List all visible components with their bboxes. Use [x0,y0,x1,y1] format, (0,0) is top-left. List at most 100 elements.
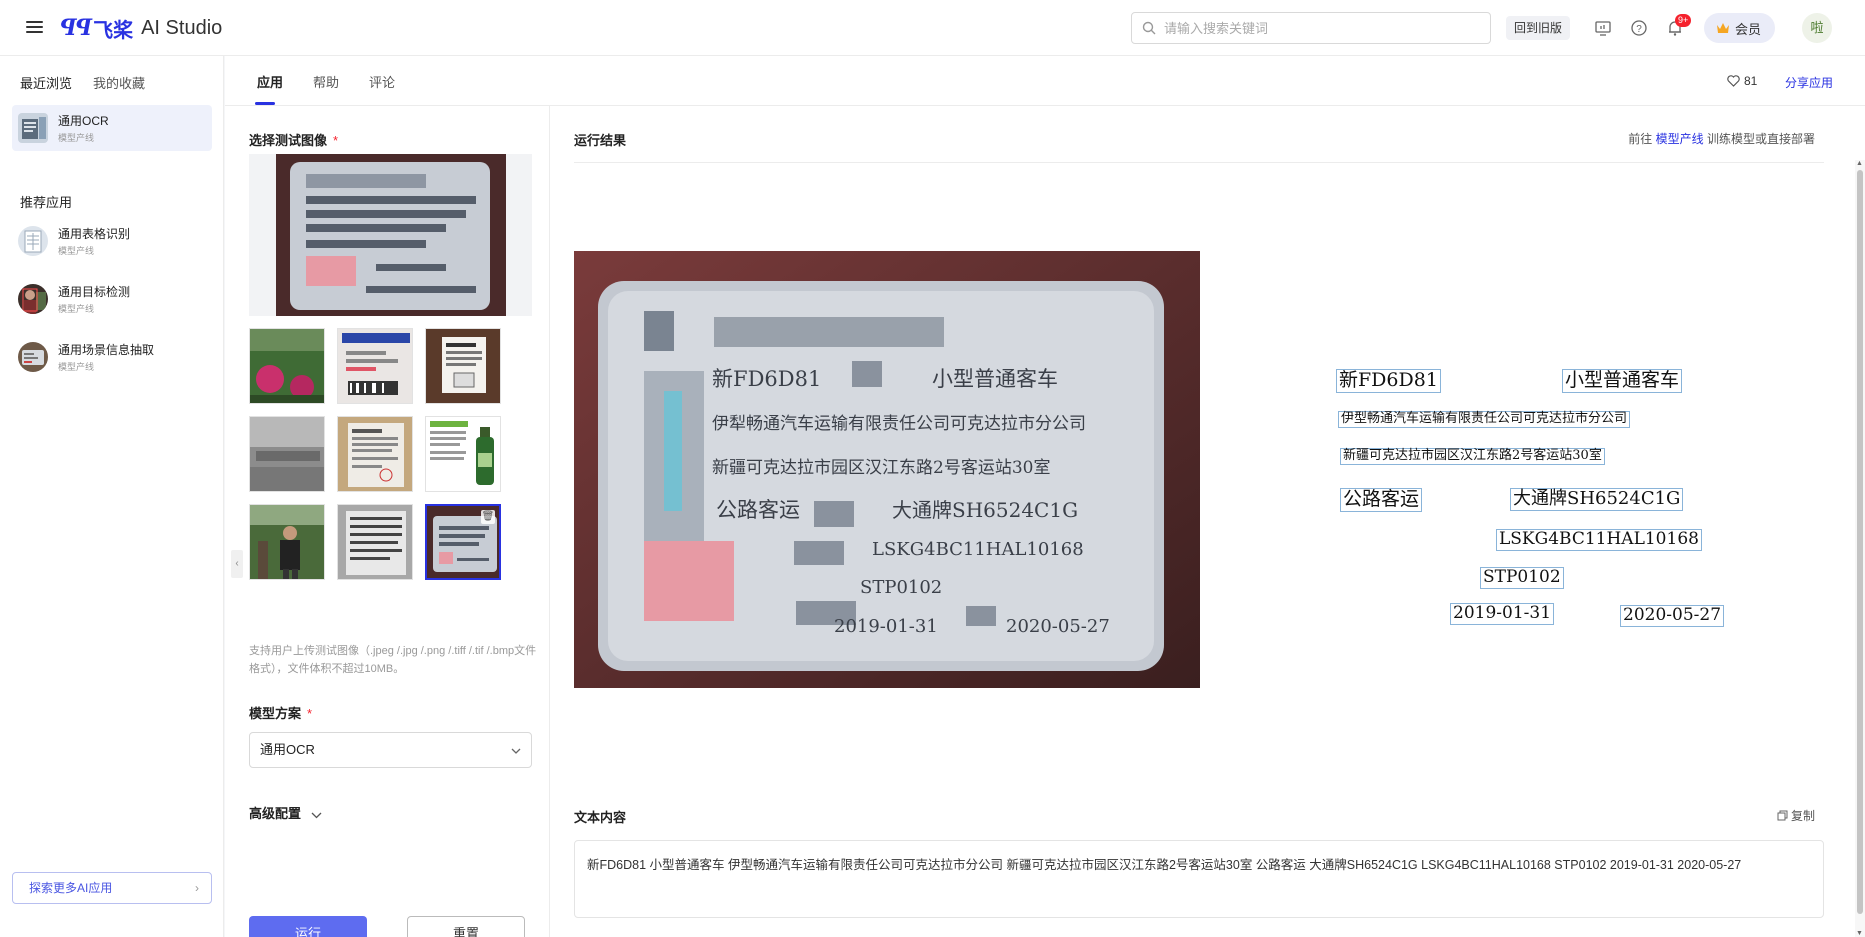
text-content-box[interactable]: 新FD6D81 小型普通客车 伊型畅通汽车运输有限责任公司可克达拉市分公司 新疆… [574,840,1824,918]
sidebar-tab-favorites[interactable]: 我的收藏 [93,73,145,92]
select-image-title: 选择测试图像 * [249,133,339,148]
upload-hint: 支持用户上传测试图像（.jpeg /.jpg /.png /.tiff /.ti… [249,645,537,675]
run-button[interactable]: 运行 [249,916,367,937]
sample-image-5[interactable] [337,416,413,492]
card-brand: 大通牌SH6524C1G [892,498,1078,522]
chevron-right-icon: › [195,881,199,895]
main-tabs: 应用 帮助 评论 81 分享应用 [225,56,1865,106]
model-title: 模型方案 * [249,706,313,721]
card-vin: LSKG4BC11HAL10168 [872,539,1084,560]
text-content-title: 文本内容 [574,810,627,825]
app-sub: 模型产线 [58,246,95,256]
copy-icon [1777,810,1788,821]
tab-help[interactable]: 帮助 [313,72,339,91]
old-version-button[interactable]: 回到旧版 [1506,16,1571,40]
monitor-icon[interactable] [1594,19,1612,37]
chevron-down-icon [311,806,322,821]
copy-button[interactable]: 复制 [1777,807,1815,824]
card-code: STP0102 [860,577,942,598]
model-select[interactable]: 通用OCR [249,732,532,768]
card-address: 新疆可克达拉市园区汉江东路2号客运站30室 [712,458,1050,478]
config-panel: 选择测试图像 * ‹ 🗑 支持用户上传测试图像（.jpeg /.jpg /.pn… [225,106,550,937]
advanced-config-toggle[interactable]: 高级配置 [249,803,322,822]
tab-app[interactable]: 应用 [257,72,283,91]
scrollbar[interactable]: ▲ ▼ [1855,160,1865,937]
app-sub: 模型产线 [58,133,95,143]
card-use: 公路客运 [716,498,800,522]
collapse-handle[interactable]: ‹ [231,550,243,578]
heart-icon [1727,75,1740,87]
sample-image-9[interactable]: 🗑 [425,504,501,580]
vip-button[interactable]: 会员 [1704,13,1776,43]
sidebar-item-object-detection[interactable]: 通用目标检测 模型产线 [12,276,212,322]
sample-image-7[interactable] [249,504,325,580]
ocr-box-date1: 2019-01-31 [1450,603,1555,625]
sidebar-item-scene-extraction[interactable]: 通用场景信息抽取 模型产线 [12,334,212,380]
model-pipeline-link[interactable]: 模型产线 [1656,132,1704,146]
app-thumbnail [18,342,48,372]
sample-image-3[interactable] [425,328,501,404]
ocr-box-type: 小型普通客车 [1562,369,1683,393]
sidebar-item-table-recognition[interactable]: 通用表格识别 模型产线 [12,218,212,264]
results-panel: 运行结果 前往 模型产线 训练模型或直接部署 新FD6D81 小型普通客车 伊犁… [551,106,1865,937]
selected-image-preview [249,154,532,316]
ocr-box-date2: 2020-05-27 [1620,605,1725,627]
results-title: 运行结果 [574,133,627,148]
ocr-box-code: STP0102 [1480,567,1564,589]
like-count: 81 [1744,74,1758,88]
tab-comments[interactable]: 评论 [369,72,395,91]
scroll-down-icon[interactable]: ▼ [1856,930,1863,937]
sample-image-2[interactable] [337,328,413,404]
sidebar-tabs: 最近浏览 我的收藏 [20,73,145,92]
tab-underline [255,102,275,105]
notification-badge: 9+ [1675,14,1692,27]
scrollbar-thumb[interactable] [1857,170,1863,914]
sidebar-item-general-ocr[interactable]: 通用OCR 模型产线 [12,105,212,151]
app-name: 通用目标检测 [58,285,131,299]
paddle-logo-icon: ꟼꟼ [60,15,92,41]
app-thumbnail [18,284,48,314]
sample-image-8[interactable] [337,504,413,580]
ocr-box-vin: LSKG4BC11HAL10168 [1496,529,1702,551]
share-link[interactable]: 分享应用 [1785,74,1833,91]
help-icon[interactable]: ? [1630,19,1648,37]
recommend-title: 推荐应用 [20,195,73,210]
sidebar-tab-recent[interactable]: 最近浏览 [20,73,72,92]
search-input[interactable] [1164,20,1464,36]
trash-icon[interactable]: 🗑 [481,510,495,524]
ocr-visualization: 新FD6D81 小型普通客车 伊型畅通汽车运输有限责任公司可克达拉市分公司 新疆… [1200,251,1824,688]
explore-more-button[interactable]: 探索更多AI应用 › [12,872,212,904]
logo[interactable]: ꟼꟼ 飞桨 AI Studio [60,13,222,43]
scroll-up-icon[interactable]: ▲ [1856,160,1863,167]
sample-image-4[interactable] [249,416,325,492]
like-button[interactable]: 81 [1727,74,1757,88]
main-content: 应用 帮助 评论 81 分享应用 选择测试图像 * ‹ 🗑 支持用户上传测试图像… [225,56,1865,937]
search-box[interactable] [1131,12,1491,44]
app-thumbnail [18,226,48,256]
results-link-text: 前往 模型产线 训练模型或直接部署 [1628,132,1815,146]
svg-text:?: ? [1636,24,1642,35]
top-header: ꟼꟼ 飞桨 AI Studio 回到旧版 ? 9+ 会员 啦 [0,0,1865,56]
explore-more-label: 探索更多AI应用 [29,881,113,895]
card-company: 伊犁畅通汽车运输有限责任公司可克达拉市分公司 [712,414,1086,434]
ocr-box-address: 新疆可克达拉市园区汉江东路2号客运站30室 [1340,448,1605,465]
card-date2: 2020-05-27 [1006,616,1110,637]
menu-icon[interactable] [26,18,46,38]
app-sub: 模型产线 [58,362,95,372]
avatar[interactable]: 啦 [1802,13,1832,43]
divider [574,162,1824,163]
app-name: 通用表格识别 [58,227,131,241]
logo-text: AI Studio [141,16,223,39]
app-name: 通用场景信息抽取 [58,343,155,357]
sidebar: 最近浏览 我的收藏 通用OCR 模型产线 推荐应用 通用表格识别 模型产线 通用… [0,56,224,937]
chevron-down-icon [511,733,521,767]
ocr-box-use: 公路客运 [1340,488,1423,512]
reset-button[interactable]: 重置 [407,916,525,937]
model-select-value: 通用OCR [260,742,315,757]
app-name: 通用OCR [58,114,109,128]
result-original-image: 新FD6D81 小型普通客车 伊犁畅通汽车运输有限责任公司可克达拉市分公司 新疆… [574,251,1200,688]
sample-image-1[interactable] [249,328,325,404]
card-date1: 2019-01-31 [834,616,938,637]
crown-icon [1717,23,1729,33]
sample-image-6[interactable] [425,416,501,492]
